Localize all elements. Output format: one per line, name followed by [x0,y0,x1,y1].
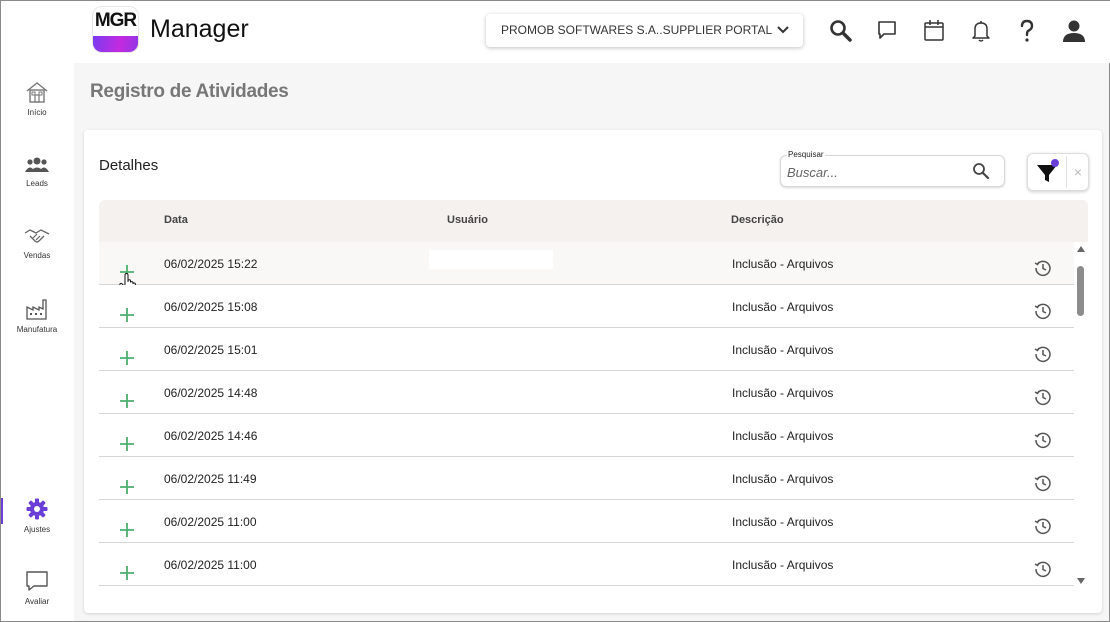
sidebar-item-label: Ajustes [23,525,51,534]
scroll-thumb[interactable] [1077,266,1084,316]
row-description: Inclusão - Arquivos [732,429,834,443]
row-date: 06/02/2025 14:48 [164,386,258,400]
home-icon [26,82,48,103]
history-icon[interactable] [1034,259,1052,277]
table-row[interactable]: 06/02/2025 11:49 Inclusão - Arquivos [99,457,1074,500]
history-icon[interactable] [1034,560,1052,578]
chat-icon [26,571,48,591]
row-date: 06/02/2025 11:00 [164,515,257,529]
expand-plus-icon[interactable] [119,436,135,452]
table-row[interactable]: 06/02/2025 14:46 Inclusão - Arquivos [99,414,1074,457]
history-icon[interactable] [1034,517,1052,535]
table-row[interactable]: 06/02/2025 15:22 Inclusão - Arquivos [99,242,1074,295]
message-icon[interactable] [876,19,898,41]
row-description: Inclusão - Arquivos [732,300,834,314]
sidebar: Início Leads Vendas Manufatura Ajustes A… [1,1,74,621]
sidebar-item-inicio[interactable]: Início [1,81,73,117]
sidebar-item-vendas[interactable]: Vendas [1,226,73,260]
expand-plus-icon[interactable] [119,479,135,495]
row-date: 06/02/2025 11:49 [164,472,257,486]
chevron-down-icon [777,26,789,34]
search-icon[interactable] [829,19,853,43]
sidebar-item-label: Avaliar [24,597,50,606]
filter-separator [1066,156,1067,188]
expand-plus-icon[interactable] [119,565,135,581]
sidebar-item-label: Manufatura [16,325,58,334]
bell-icon[interactable] [971,19,991,43]
sidebar-item-label: Vendas [23,251,51,260]
handshake-icon [24,229,50,243]
sidebar-item-label: Início [27,108,47,117]
portal-select[interactable]: PROMOB SOFTWARES S.A..SUPPLIER PORTAL [486,14,803,47]
app-logo[interactable]: MGR [93,7,138,52]
row-date: 06/02/2025 14:46 [164,429,258,443]
expand-plus-icon[interactable] [119,522,135,538]
table-row[interactable]: 06/02/2025 15:08 Inclusão - Arquivos [99,285,1074,328]
gear-icon [26,498,48,520]
sidebar-item-leads[interactable]: Leads [1,156,73,188]
filter-button[interactable] [1028,154,1066,190]
logo-text: MGR [94,10,137,31]
table-scrollbar[interactable] [1074,242,1087,590]
row-date: 06/02/2025 15:22 [164,257,258,271]
expand-plus-icon[interactable] [119,307,135,323]
expand-plus-icon[interactable] [119,393,135,409]
table-row[interactable]: 06/02/2025 14:48 Inclusão - Arquivos [99,371,1074,414]
page-title: Registro de Atividades [90,81,289,102]
row-description: Inclusão - Arquivos [732,343,834,357]
details-card: Detalhes Pesquisar × Data Usuário Descri… [84,130,1102,613]
history-icon[interactable] [1034,302,1052,320]
factory-icon [26,299,47,320]
scroll-down-arrow-icon[interactable] [1077,578,1085,585]
row-description: Inclusão - Arquivos [732,472,834,486]
logo-band [93,36,138,52]
help-icon[interactable] [1018,19,1036,43]
history-icon[interactable] [1034,345,1052,363]
card-title: Detalhes [99,157,159,174]
calendar-icon[interactable] [923,19,945,43]
table-row[interactable]: 06/02/2025 11:00 Inclusão - Arquivos [99,543,1074,586]
sidebar-item-label: Leads [26,179,48,188]
sidebar-item-avaliar[interactable]: Avaliar [1,570,73,606]
row-description: Inclusão - Arquivos [732,558,834,572]
history-icon[interactable] [1034,388,1052,406]
top-header: MGR Manager PROMOB SOFTWARES S.A..SUPPLI… [74,1,1110,63]
scroll-up-arrow-icon[interactable] [1077,246,1085,253]
app-name: Manager [150,15,249,43]
clear-filter-button[interactable]: × [1068,154,1088,190]
search-icon[interactable] [972,162,990,180]
expand-plus-icon[interactable] [119,350,135,366]
table-header: Data Usuário Descrição [99,200,1088,242]
search-box: Pesquisar [780,150,1005,187]
row-description: Inclusão - Arquivos [732,257,834,271]
row-date: 06/02/2025 15:01 [164,343,258,357]
sidebar-item-manufatura[interactable]: Manufatura [1,298,73,334]
row-description: Inclusão - Arquivos [732,515,834,529]
row-date: 06/02/2025 11:00 [164,558,257,572]
column-header-data[interactable]: Data [164,214,188,226]
table-row[interactable]: 06/02/2025 11:00 Inclusão - Arquivos [99,500,1074,543]
user-icon[interactable] [1062,19,1086,43]
history-icon[interactable] [1034,474,1052,492]
row-date: 06/02/2025 15:08 [164,300,258,314]
column-header-descricao[interactable]: Descrição [731,214,784,226]
filter-icon [1037,165,1057,182]
sidebar-item-ajustes[interactable]: Ajustes [1,498,73,534]
history-icon[interactable] [1034,431,1052,449]
column-header-usuario[interactable]: Usuário [447,214,488,226]
table-row[interactable]: 06/02/2025 15:01 Inclusão - Arquivos [99,328,1074,371]
table-body: 06/02/2025 15:22 Inclusão - Arquivos 06/… [99,242,1074,590]
people-icon [25,157,49,172]
row-description: Inclusão - Arquivos [732,386,834,400]
filter-active-dot [1051,159,1059,167]
redacted-user [429,250,553,269]
search-label: Pesquisar [787,150,825,159]
portal-select-value: PROMOB SOFTWARES S.A..SUPPLIER PORTAL [501,23,773,37]
filter-group: × [1027,153,1089,191]
search-input[interactable] [787,162,962,182]
